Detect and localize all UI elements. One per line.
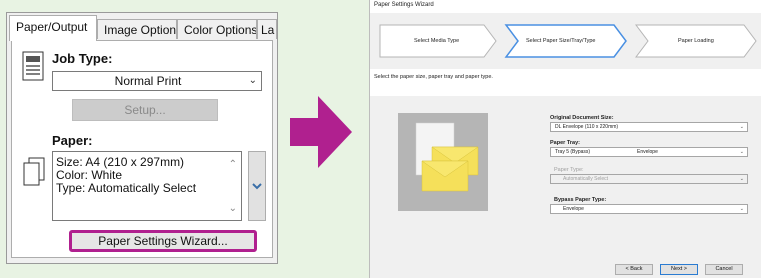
paper-label: Paper:	[52, 133, 93, 148]
scroll-up-icon[interactable]: ⌃	[229, 158, 237, 171]
tab-paper-output[interactable]: Paper/Output	[9, 15, 97, 41]
tab-strip: Paper/Output Image Options Color Options…	[7, 13, 277, 41]
original-size-select[interactable]: DL Envelope (110 x 220mm) ⌄	[550, 122, 748, 132]
paper-settings-wizard-dialog: Paper Settings Wizard Select Media Type …	[369, 0, 761, 278]
bypass-type-label: Bypass Paper Type:	[554, 197, 607, 203]
tab-layout[interactable]: La	[257, 19, 277, 39]
chevron-down-icon	[252, 183, 262, 190]
tab-color-options[interactable]: Color Options	[177, 19, 257, 39]
paper-tray-media: Envelope	[637, 149, 658, 155]
chevron-down-icon: ⌄	[739, 124, 744, 130]
paper-type-label: Paper Type:	[554, 167, 584, 173]
chevron-down-icon: ⌄	[248, 75, 257, 86]
paper-dropdown-button[interactable]	[248, 151, 266, 221]
scroll-down-icon[interactable]: ⌄	[229, 202, 237, 215]
tab-pane-paper-output: Job Type: Normal Print ⌄ Setup... Paper:…	[11, 40, 273, 258]
tab-image-options[interactable]: Image Options	[97, 19, 177, 39]
chevron-down-icon: ⌄	[739, 176, 744, 182]
step-select-media-type: Select Media Type	[414, 38, 460, 44]
paper-tray-select[interactable]: Tray 5 (Bypass) Envelope ⌄	[550, 147, 748, 157]
paper-tray-label: Paper Tray:	[550, 140, 580, 146]
original-size-value: DL Envelope (110 x 220mm)	[555, 124, 619, 130]
paper-settings-wizard-button[interactable]: Paper Settings Wizard...	[69, 230, 257, 252]
chevron-down-icon: ⌄	[739, 149, 744, 155]
paper-summary-list[interactable]: Size: A4 (210 x 297mm) Color: White Type…	[52, 151, 242, 221]
envelope-illustration	[398, 113, 488, 211]
step-paper-loading: Paper Loading	[678, 38, 714, 44]
wizard-steps: Select Media Type Select Paper Size/Tray…	[370, 13, 761, 69]
document-icon	[22, 51, 44, 81]
paper-stack-icon	[23, 157, 45, 186]
dialog-title: Paper Settings Wizard	[374, 2, 434, 8]
right-arrow-icon	[290, 96, 352, 168]
instruction-text: Select the paper size, paper tray and pa…	[374, 74, 493, 80]
chevron-down-icon: ⌄	[739, 206, 744, 212]
paper-type-value: Automatically Select	[563, 176, 609, 182]
paper-type-select[interactable]: Automatically Select ⌄	[550, 174, 748, 184]
cancel-button[interactable]: Cancel	[705, 264, 743, 275]
printer-properties-panel: Paper/Output Image Options Color Options…	[6, 12, 278, 264]
job-type-select[interactable]: Normal Print ⌄	[52, 71, 262, 91]
paper-tray-value: Tray 5 (Bypass)	[555, 149, 591, 155]
next-button[interactable]: Next >	[660, 264, 698, 275]
bypass-type-value: Envelope	[563, 206, 584, 212]
back-button[interactable]: < Back	[615, 264, 653, 275]
paper-type-line: Type: Automatically Select	[56, 181, 197, 195]
original-size-label: Original Document Size:	[550, 115, 614, 121]
setup-button[interactable]: Setup...	[72, 99, 218, 121]
step-select-paper-size: Select Paper Size/Tray/Type	[526, 38, 596, 44]
job-type-label: Job Type:	[52, 51, 113, 66]
bypass-type-select[interactable]: Envelope ⌄	[550, 204, 748, 214]
job-type-value: Normal Print	[114, 74, 182, 88]
